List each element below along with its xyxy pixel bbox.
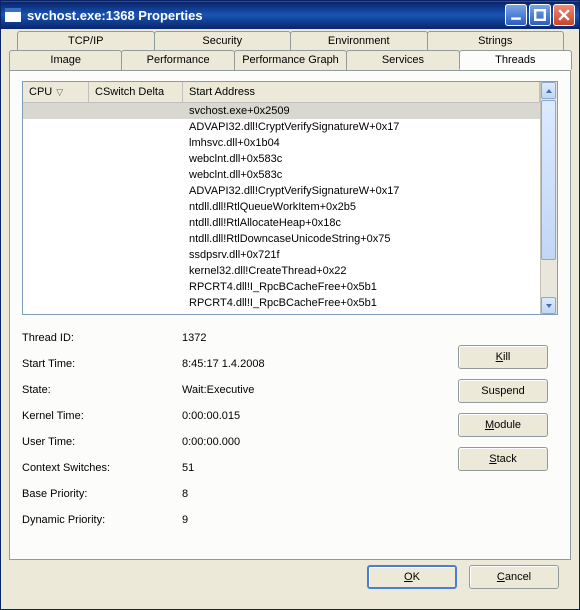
cell-start-address: ADVAPI32.dll!CryptVerifySignatureW+0x17: [183, 185, 540, 197]
label-context-switches: Context Switches:: [22, 455, 182, 481]
maximize-button[interactable]: [529, 4, 551, 26]
label-start-time: Start Time:: [22, 351, 182, 377]
suspend-button[interactable]: Suspend: [458, 379, 548, 403]
cell-start-address: ntdll.dll!RtlQueueWorkItem+0x2b5: [183, 201, 540, 213]
table-row[interactable]: RPCRT4.dll!I_RpcBCacheFree+0x5b1: [23, 295, 540, 311]
minimize-button[interactable]: [505, 4, 527, 26]
cell-start-address: lmhsvc.dll+0x1b04: [183, 137, 540, 149]
label-dynamic-priority: Dynamic Priority:: [22, 507, 182, 533]
cancel-button[interactable]: Cancel: [469, 565, 559, 589]
tab-performance[interactable]: Performance: [121, 50, 234, 70]
listview-rows: svchost.exe+0x2509 ADVAPI32.dll!CryptVeri…: [23, 103, 540, 314]
stack-button[interactable]: Stack: [458, 447, 548, 471]
column-cpu-label: CPU: [29, 86, 52, 98]
scroll-down-button[interactable]: [541, 297, 556, 314]
cell-start-address: webclnt.dll+0x583c: [183, 169, 540, 181]
table-row[interactable]: svchost.exe+0x2509: [23, 103, 540, 119]
value-dynamic-priority: 9: [182, 507, 458, 533]
value-thread-id: 1372: [182, 325, 458, 351]
vertical-scrollbar[interactable]: [540, 82, 557, 314]
table-row[interactable]: ADVAPI32.dll!CryptVerifySignatureW+0x17: [23, 119, 540, 135]
tab-strings[interactable]: Strings: [427, 31, 565, 50]
module-mnemonic: M: [485, 419, 494, 431]
column-start-label: Start Address: [189, 86, 255, 98]
suspend-label: Suspend: [481, 385, 524, 397]
scroll-up-button[interactable]: [541, 82, 556, 99]
cell-start-address: RPCRT4.dll!I_RpcBCacheFree+0x5b1: [183, 297, 540, 309]
table-row[interactable]: lmhsvc.dll+0x1b04: [23, 135, 540, 151]
table-row[interactable]: kernel32.dll!CreateThread+0x22: [23, 263, 540, 279]
kill-button[interactable]: Kill: [458, 345, 548, 369]
label-base-priority: Base Priority:: [22, 481, 182, 507]
column-cswitch-label: CSwitch Delta: [95, 86, 164, 98]
value-user-time: 0:00:00.000: [182, 429, 458, 455]
app-icon: [5, 8, 21, 22]
window-title: svchost.exe:1368 Properties: [27, 8, 503, 23]
cell-start-address: ssdpsrv.dll+0x721f: [183, 249, 540, 261]
table-row[interactable]: ADVAPI32.dll!CryptVerifySignatureW+0x17: [23, 183, 540, 199]
tabs-row-1: TCP/IPSecurityEnvironmentStrings: [17, 31, 563, 50]
client-area: TCP/IPSecurityEnvironmentStrings ImagePe…: [5, 31, 575, 605]
value-kernel-time: 0:00:00.015: [182, 403, 458, 429]
value-state: Wait:Executive: [182, 377, 458, 403]
tab-services[interactable]: Services: [346, 50, 459, 70]
kill-mnemonic: K: [496, 351, 503, 363]
properties-window: svchost.exe:1368 Properties TCP/IPSecuri…: [0, 0, 580, 610]
cell-start-address: webclnt.dll+0x583c: [183, 153, 540, 165]
table-row[interactable]: ntdll.dll!RtlAllocateHeap+0x18c: [23, 215, 540, 231]
table-row[interactable]: webclnt.dll+0x583c: [23, 167, 540, 183]
tab-security[interactable]: Security: [154, 31, 292, 50]
cell-start-address: RPCRT4.dll!I_RpcBCacheFree+0x5b1: [183, 281, 540, 293]
value-start-time: 8:45:17 1.4.2008: [182, 351, 458, 377]
column-cpu[interactable]: CPU ▽: [23, 82, 89, 102]
tab-image[interactable]: Image: [9, 50, 122, 70]
listview-header: CPU ▽ CSwitch Delta Start Address: [23, 82, 540, 103]
tab-threads[interactable]: Threads: [459, 50, 572, 70]
module-button[interactable]: Module: [458, 413, 548, 437]
label-user-time: User Time:: [22, 429, 182, 455]
sort-desc-icon: ▽: [56, 87, 63, 98]
value-base-priority: 8: [182, 481, 458, 507]
tab-performance-graph[interactable]: Performance Graph: [234, 50, 347, 70]
tab-environment[interactable]: Environment: [290, 31, 428, 50]
table-row[interactable]: ntdll.dll!RtlDowncaseUnicodeString+0x75: [23, 231, 540, 247]
column-start-address[interactable]: Start Address: [183, 82, 540, 102]
cell-start-address: svchost.exe+0x2509: [183, 105, 540, 117]
close-button[interactable]: [553, 4, 575, 26]
label-thread-id: Thread ID:: [22, 325, 182, 351]
cell-start-address: ntdll.dll!RtlDowncaseUnicodeString+0x75: [183, 233, 540, 245]
ok-button[interactable]: OK: [367, 565, 457, 589]
label-kernel-time: Kernel Time:: [22, 403, 182, 429]
ok-mnemonic: O: [404, 571, 413, 583]
value-context-switches: 51: [182, 455, 458, 481]
titlebar[interactable]: svchost.exe:1368 Properties: [1, 1, 579, 29]
cell-start-address: ADVAPI32.dll!CryptVerifySignatureW+0x17: [183, 121, 540, 133]
cell-start-address: kernel32.dll!CreateThread+0x22: [183, 265, 540, 277]
threads-listview[interactable]: CPU ▽ CSwitch Delta Start Address svchos…: [22, 81, 558, 315]
thread-details: Thread ID: Start Time: State: Kernel Tim…: [22, 325, 558, 533]
table-row[interactable]: ntdll.dll!RtlQueueWorkItem+0x2b5: [23, 199, 540, 215]
tab-panel-threads: CPU ▽ CSwitch Delta Start Address svchos…: [9, 70, 571, 560]
tabs-row-2: ImagePerformancePerformance GraphService…: [9, 50, 571, 70]
tab-tcp-ip[interactable]: TCP/IP: [17, 31, 155, 50]
dialog-buttons: OK Cancel: [367, 565, 559, 599]
scroll-thumb[interactable]: [541, 100, 556, 260]
cell-start-address: ntdll.dll!RtlAllocateHeap+0x18c: [183, 217, 540, 229]
stack-mnemonic: S: [489, 453, 496, 465]
column-cswitch-delta[interactable]: CSwitch Delta: [89, 82, 183, 102]
table-row[interactable]: webclnt.dll+0x583c: [23, 151, 540, 167]
table-row[interactable]: RPCRT4.dll!I_RpcBCacheFree+0x5b1: [23, 279, 540, 295]
table-row[interactable]: ssdpsrv.dll+0x721f: [23, 247, 540, 263]
label-state: State:: [22, 377, 182, 403]
cancel-mnemonic: C: [497, 571, 505, 583]
